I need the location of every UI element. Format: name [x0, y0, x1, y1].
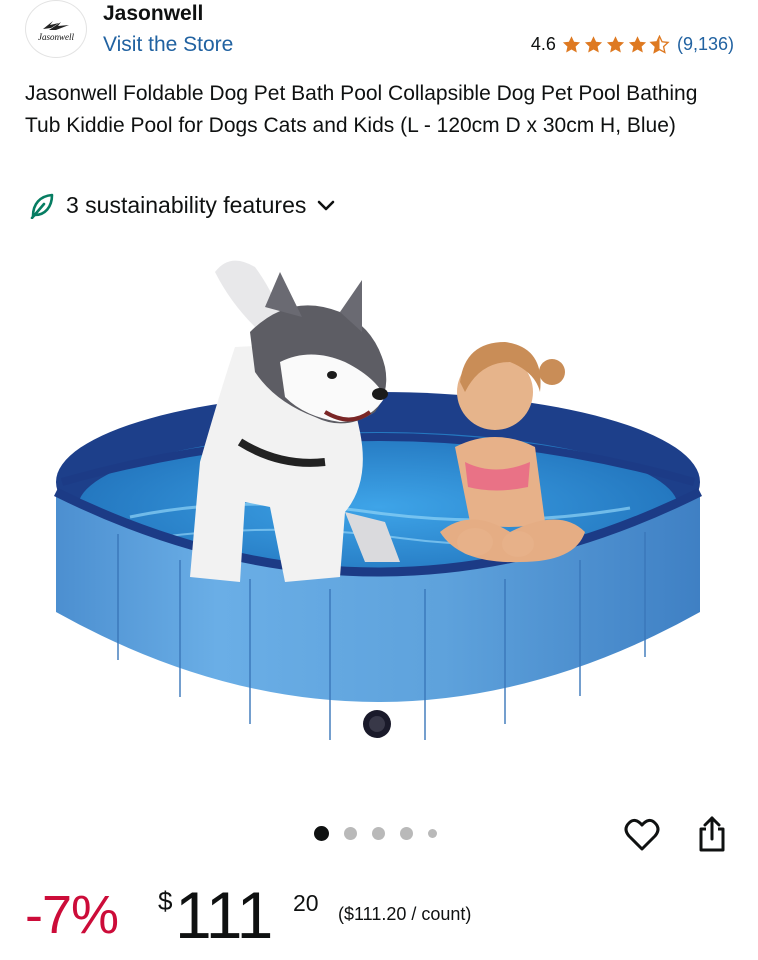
product-title: Jasonwell Foldable Dog Pet Bath Pool Col…: [25, 82, 698, 137]
rating-value: 4.6: [530, 34, 556, 54]
visit-store-link[interactable]: Visit the Store: [103, 33, 233, 57]
discount-percent: -7%: [25, 885, 119, 945]
carousel-dot-2[interactable]: [344, 827, 357, 840]
star-full-icon: [562, 35, 581, 52]
image-carousel-dots[interactable]: [314, 826, 452, 841]
rating-summary[interactable]: 4.6 (9,136): [531, 34, 734, 55]
share-icon: [699, 816, 725, 852]
carousel-dot-3[interactable]: [372, 827, 385, 840]
jasonwell-logo-mark-icon: [43, 20, 69, 30]
brand-name[interactable]: Jasonwell: [103, 2, 203, 26]
review-count-link[interactable]: (9,136): [677, 34, 734, 55]
price-row: -7% $ 111 20 ($111.20 / count): [25, 872, 745, 952]
star-full-icon: [584, 35, 603, 52]
share-button[interactable]: [692, 812, 732, 856]
carousel-dot-4[interactable]: [400, 827, 413, 840]
chevron-down-icon: [318, 200, 335, 210]
star-full-icon: [606, 35, 625, 52]
carousel-dot-5[interactable]: [428, 829, 437, 838]
product-photo-dog-pool: [53, 260, 703, 740]
rating-stars: [561, 34, 671, 55]
sustainability-label: 3 sustainability features: [66, 192, 307, 218]
sustainability-features-toggle[interactable]: 3 sustainability features: [30, 192, 336, 219]
star-full-icon: [628, 35, 647, 52]
wishlist-button[interactable]: [622, 815, 662, 855]
star-half-icon: [649, 34, 670, 54]
store-logo-text: Jasonwell: [38, 31, 74, 42]
price-whole: 111: [175, 878, 273, 952]
product-image[interactable]: [40, 232, 720, 792]
price-fraction: 20: [293, 890, 319, 916]
store-logo[interactable]: Jasonwell: [25, 0, 87, 58]
carousel-dot-1[interactable]: [314, 826, 329, 841]
price-currency-symbol: $: [158, 886, 173, 916]
unit-price: ($111.20 / count): [338, 904, 472, 924]
store-header: Jasonwell Jasonwell Visit the Store 4.6 …: [0, 0, 758, 70]
heart-icon: [624, 818, 660, 851]
leaf-icon: [30, 193, 54, 219]
